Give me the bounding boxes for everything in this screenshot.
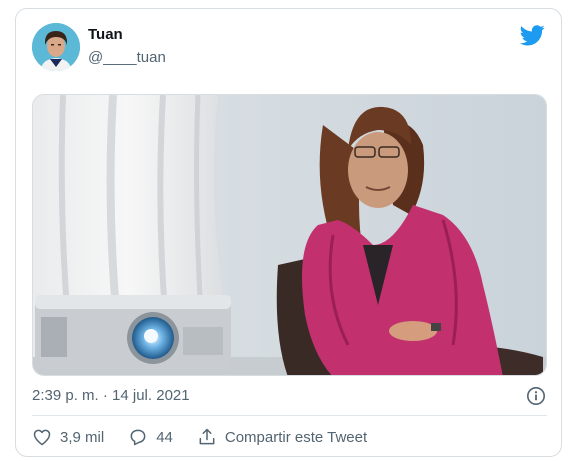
- divider: [32, 415, 547, 416]
- reply-icon: [130, 429, 146, 446]
- share-button[interactable]: Compartir este Tweet: [197, 427, 367, 447]
- info-icon[interactable]: [526, 386, 546, 406]
- avatar[interactable]: [32, 23, 80, 71]
- twitter-bird-icon[interactable]: [519, 25, 545, 46]
- tweet-timestamp[interactable]: 2:39 p. m. · 14 jul. 2021: [32, 387, 190, 404]
- avatar-image: [32, 23, 80, 71]
- share-label: Compartir este Tweet: [224, 428, 368, 446]
- reply-button[interactable]: 44: [128, 427, 173, 447]
- heart-icon: [33, 429, 51, 446]
- like-count: 3,9 mil: [60, 428, 105, 446]
- photo-image: [33, 95, 546, 375]
- tweet-media-photo[interactable]: [32, 94, 547, 376]
- author-name[interactable]: Tuan: [88, 26, 123, 43]
- reply-count: 44: [156, 428, 173, 446]
- like-button[interactable]: 3,9 mil: [32, 427, 104, 447]
- author-handle[interactable]: @____tuan: [88, 49, 166, 66]
- share-icon: [199, 428, 215, 445]
- tweet-card: Tuan @____tuan 2:39 p. m. · 14 jul. 2021…: [15, 8, 562, 457]
- tweet-actions: 3,9 mil 44 Compartir este Tweet: [32, 425, 367, 449]
